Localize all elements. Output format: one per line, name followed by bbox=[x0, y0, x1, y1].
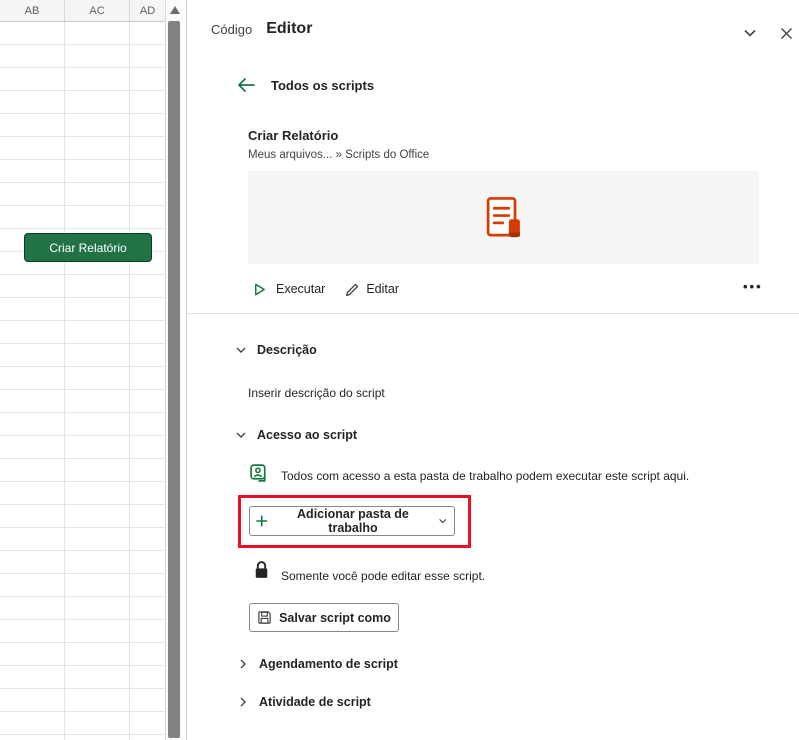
close-icon bbox=[780, 27, 792, 39]
play-icon bbox=[254, 283, 265, 295]
pane-close-button[interactable] bbox=[775, 22, 797, 44]
more-options-icon[interactable]: ••• bbox=[743, 279, 763, 294]
gridline bbox=[129, 22, 130, 740]
back-arrow-icon bbox=[238, 78, 255, 92]
script-title: Criar Relatório bbox=[248, 128, 339, 143]
edit-label: Editar bbox=[366, 282, 399, 296]
sheet-grid[interactable] bbox=[0, 22, 165, 740]
vertical-scrollbar[interactable] bbox=[166, 0, 183, 740]
chevron-down-icon bbox=[236, 347, 246, 353]
chevron-down-icon bbox=[236, 432, 246, 438]
section-label: Agendamento de script bbox=[259, 657, 398, 671]
description-placeholder[interactable]: Inserir descrição do script bbox=[248, 386, 385, 400]
section-atividade[interactable]: Atividade de script bbox=[237, 695, 371, 709]
criar-relatorio-shape-button[interactable]: Criar Relatório bbox=[24, 233, 152, 262]
back-row: Todos os scripts bbox=[235, 74, 374, 96]
save-script-as-button[interactable]: Salvar script como bbox=[249, 603, 399, 632]
chevron-down-icon bbox=[439, 519, 447, 524]
divider bbox=[187, 313, 799, 314]
save-icon bbox=[258, 611, 271, 624]
add-workbook-label: Adicionar pasta de trabalho bbox=[297, 507, 409, 535]
chevron-down-icon bbox=[744, 29, 756, 37]
section-descricao[interactable]: Descrição bbox=[235, 343, 317, 357]
section-label: Acesso ao script bbox=[257, 428, 358, 442]
spreadsheet[interactable]: AB AC AD Criar Relatório bbox=[0, 0, 166, 740]
section-agendamento[interactable]: Agendamento de script bbox=[237, 657, 398, 671]
add-workbook-button[interactable]: Adicionar pasta de trabalho bbox=[249, 506, 455, 536]
back-button[interactable] bbox=[235, 74, 257, 96]
pane-app-label: Código bbox=[211, 21, 253, 37]
pane-title: Editor bbox=[266, 20, 313, 37]
chevron-right-icon bbox=[240, 659, 246, 669]
scrollbar-thumb[interactable] bbox=[168, 21, 180, 738]
section-label: Atividade de script bbox=[259, 695, 371, 709]
run-label[interactable]: Executar bbox=[276, 282, 325, 296]
pane-collapse-button[interactable] bbox=[739, 22, 761, 44]
pane-header: Código Editor bbox=[211, 20, 312, 38]
lock-icon bbox=[253, 560, 270, 586]
script-preview bbox=[248, 171, 759, 264]
column-header-ad[interactable]: AD bbox=[130, 0, 165, 21]
plus-icon bbox=[256, 515, 268, 527]
pencil-icon bbox=[346, 283, 359, 296]
chevron-right-icon bbox=[240, 697, 246, 707]
back-label[interactable]: Todos os scripts bbox=[271, 78, 374, 93]
column-headers: AB AC AD bbox=[0, 0, 165, 22]
scroll-up-arrow-icon[interactable] bbox=[170, 6, 180, 14]
share-access-text: Todos com acesso a esta pasta de trabalh… bbox=[281, 469, 690, 483]
code-editor-pane: Código Editor Todos os scripts Criar Rel… bbox=[186, 0, 799, 740]
run-button[interactable] bbox=[248, 278, 270, 300]
excel-window: AB AC AD Criar Relatório Código Editor T… bbox=[0, 0, 799, 740]
workbook-share-icon bbox=[249, 463, 270, 489]
office-script-icon bbox=[486, 196, 520, 237]
lock-text: Somente você pode editar esse script. bbox=[281, 569, 486, 583]
section-acesso[interactable]: Acesso ao script bbox=[235, 428, 357, 442]
save-script-as-label: Salvar script como bbox=[279, 610, 391, 625]
gridline bbox=[64, 22, 65, 740]
edit-button[interactable]: Editar bbox=[345, 282, 399, 297]
column-header-ab[interactable]: AB bbox=[0, 0, 65, 21]
section-label: Descrição bbox=[257, 343, 317, 357]
script-actions: Executar Editar bbox=[248, 279, 399, 299]
script-path-breadcrumb: Meus arquivos... » Scripts do Office bbox=[248, 149, 430, 161]
column-header-ac[interactable]: AC bbox=[65, 0, 130, 21]
